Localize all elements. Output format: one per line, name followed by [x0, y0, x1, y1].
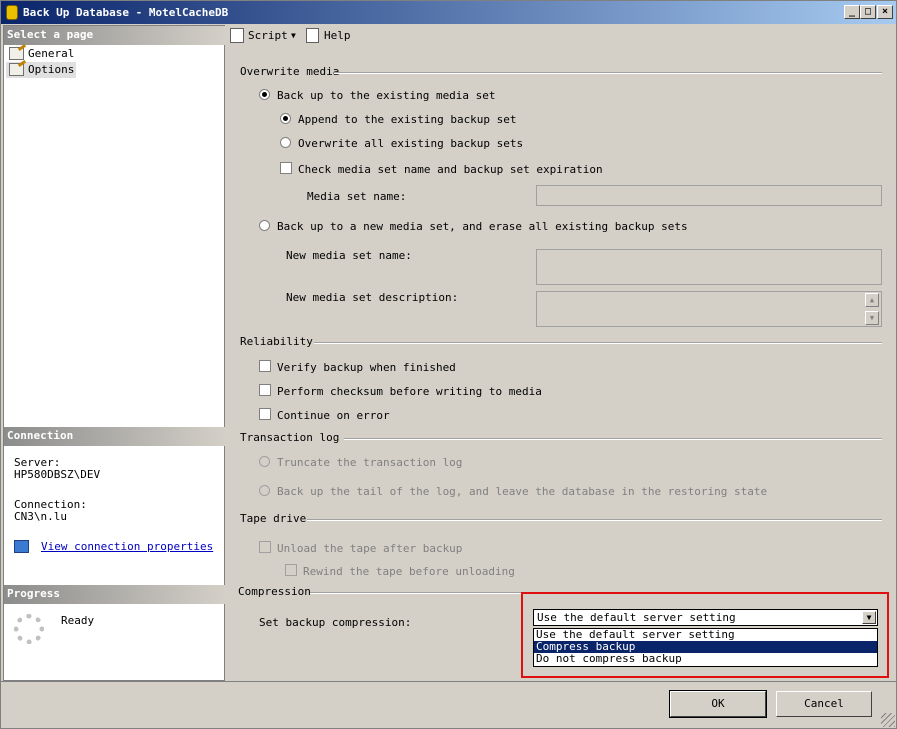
set-compression-label: Set backup compression: — [259, 616, 412, 629]
script-button[interactable]: Script — [248, 29, 288, 42]
media-set-name-label: Media set name: — [307, 190, 407, 203]
script-dropdown-icon[interactable]: ▼ — [291, 31, 296, 40]
compression-dropdown-list: Use the default server setting Compress … — [533, 628, 878, 667]
page-icon — [9, 47, 24, 60]
compression-selected-value: Use the default server setting — [537, 611, 736, 624]
backup-existing-radio[interactable] — [259, 89, 270, 100]
close-button[interactable]: × — [877, 5, 893, 19]
checksum-checkbox[interactable] — [259, 384, 271, 396]
tail-log-radio[interactable] — [259, 485, 270, 496]
append-radio[interactable] — [280, 113, 291, 124]
divider — [1, 681, 896, 682]
progress-spinner-icon — [14, 614, 44, 644]
minimize-button[interactable]: _ — [844, 5, 860, 19]
help-icon — [306, 28, 319, 43]
rewind-tape-checkbox[interactable] — [285, 564, 297, 576]
transaction-log-title: Transaction log — [240, 431, 340, 444]
compression-option-no-compress[interactable]: Do not compress backup — [534, 653, 877, 665]
cancel-button[interactable]: Cancel — [776, 691, 872, 717]
check-media-checkbox[interactable] — [280, 162, 292, 174]
rewind-tape-label: Rewind the tape before unloading — [303, 565, 515, 578]
title-bar: Back Up Database - MotelCacheDB _ □ × — [1, 1, 896, 24]
truncate-log-radio[interactable] — [259, 456, 270, 467]
page-icon — [9, 63, 24, 76]
tail-log-label: Back up the tail of the log, and leave t… — [277, 485, 768, 498]
tape-drive-title: Tape drive — [240, 512, 307, 525]
progress-status: Ready — [61, 614, 95, 627]
continue-on-error-checkbox[interactable] — [259, 408, 271, 420]
resize-grip-icon[interactable] — [881, 713, 895, 727]
connection-properties-icon — [14, 540, 29, 553]
help-button[interactable]: Help — [324, 29, 351, 42]
server-value: HP580DBSZ\DEV — [14, 468, 101, 481]
script-icon — [230, 28, 244, 43]
window-title: Back Up Database - MotelCacheDB — [23, 6, 229, 19]
left-panel: Select a page General Options Connection… — [3, 25, 226, 681]
truncate-log-label: Truncate the transaction log — [277, 456, 463, 469]
continue-on-error-label: Continue on error — [277, 409, 390, 422]
progress-header: Progress — [4, 585, 226, 604]
reliability-title: Reliability — [240, 335, 313, 348]
database-icon — [6, 5, 18, 20]
scroll-up-icon[interactable]: ▲ — [865, 293, 879, 307]
connection-header: Connection — [4, 427, 226, 446]
page-options-label: Options — [28, 63, 75, 76]
overwrite-media-title: Overwrite media — [240, 65, 340, 78]
chevron-down-icon[interactable]: ▼ — [862, 611, 876, 624]
backup-existing-label: Back up to the existing media set — [277, 89, 496, 102]
maximize-button[interactable]: □ — [860, 5, 876, 19]
scroll-down-icon[interactable]: ▼ — [865, 311, 879, 325]
unload-tape-label: Unload the tape after backup — [277, 542, 463, 555]
overwrite-all-label: Overwrite all existing backup sets — [298, 137, 524, 150]
compression-select[interactable]: Use the default server setting ▼ — [533, 609, 878, 626]
backup-database-window: Back Up Database - MotelCacheDB _ □ × Se… — [0, 0, 897, 729]
compression-title: Compression — [238, 585, 311, 598]
checksum-label: Perform checksum before writing to media — [277, 385, 542, 398]
backup-new-radio[interactable] — [259, 220, 270, 231]
connection-value: CN3\n.lu — [14, 510, 67, 523]
page-general[interactable]: General — [6, 46, 76, 62]
divider — [314, 342, 882, 344]
unload-tape-checkbox[interactable] — [259, 541, 271, 553]
page-options[interactable]: Options — [6, 62, 76, 78]
new-media-desc-input[interactable] — [536, 291, 882, 327]
verify-backup-checkbox[interactable] — [259, 360, 271, 372]
new-media-name-input[interactable] — [536, 249, 882, 285]
append-label: Append to the existing backup set — [298, 113, 517, 126]
select-page-header: Select a page — [4, 26, 226, 45]
toolbar: Script ▼ Help — [227, 25, 896, 47]
view-connection-properties-link[interactable]: View connection properties — [41, 540, 213, 553]
backup-new-label: Back up to a new media set, and erase al… — [277, 220, 688, 233]
options-panel: Script ▼ Help Overwrite media Back up to… — [227, 25, 896, 681]
verify-backup-label: Verify backup when finished — [277, 361, 456, 374]
divider — [344, 438, 882, 440]
ok-button[interactable]: OK — [669, 690, 767, 718]
overwrite-all-radio[interactable] — [280, 137, 291, 148]
page-general-label: General — [28, 47, 75, 60]
new-media-desc-label: New media set description: — [286, 291, 459, 304]
media-set-name-input[interactable] — [536, 185, 882, 206]
divider — [334, 72, 882, 74]
new-media-name-label: New media set name: — [286, 249, 412, 262]
check-media-label: Check media set name and backup set expi… — [298, 163, 603, 176]
divider — [307, 519, 882, 521]
